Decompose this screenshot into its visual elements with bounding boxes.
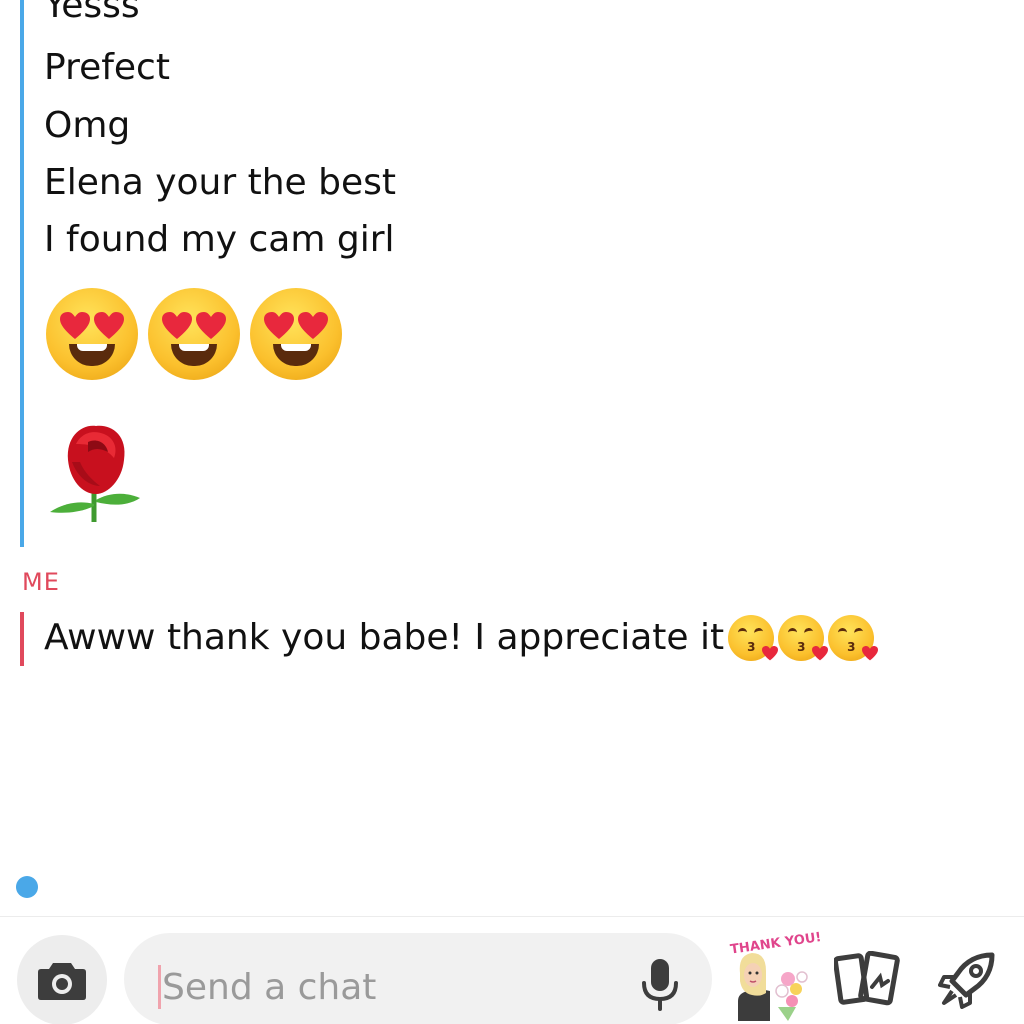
heart-eyes-emoji: [46, 288, 138, 380]
chat-composer: THANK YOU!: [0, 916, 1024, 1024]
sender-label: ME: [22, 568, 60, 596]
rose-emoji[interactable]: [48, 422, 144, 524]
friend-message-bar: [20, 0, 24, 547]
chat-message[interactable]: Elena your the best: [44, 163, 396, 203]
microphone-icon[interactable]: [638, 957, 682, 1013]
chat-message[interactable]: Prefect: [44, 48, 170, 88]
chat-message[interactable]: I found my cam girl: [44, 220, 395, 260]
bitmoji-icon: [738, 953, 808, 1021]
kiss-emoji: 3: [828, 615, 879, 661]
kiss-emoji: 3: [778, 615, 829, 661]
chat-input-container[interactable]: [124, 933, 712, 1024]
chat-message[interactable]: Omg: [44, 106, 130, 146]
chat-screen: Yesss Prefect Omg Elena your the best I …: [0, 0, 1024, 1024]
heart-eyes-emoji: [148, 288, 240, 380]
camera-button[interactable]: [17, 935, 107, 1024]
kiss-emoji: 3: [728, 615, 779, 661]
cards-icon[interactable]: [834, 951, 900, 1007]
chat-input[interactable]: [162, 957, 632, 1017]
bitmoji-sticker-button[interactable]: THANK YOU!: [729, 930, 822, 1021]
text-cursor: [158, 965, 161, 1009]
heart-eyes-emoji: [250, 288, 342, 380]
emoji-message[interactable]: [46, 288, 342, 380]
friend-message-group: Yesss Prefect Omg Elena your the best I …: [0, 0, 1024, 547]
rocket-icon[interactable]: [938, 951, 996, 1009]
me-message-bar: [20, 612, 24, 666]
chat-message[interactable]: Awww thank you babe! I appreciate it 3 3…: [44, 614, 879, 662]
message-text: Awww thank you babe! I appreciate it: [44, 617, 725, 658]
camera-icon: [38, 963, 86, 1000]
typing-indicator: [16, 876, 38, 898]
chat-message[interactable]: Yesss: [44, 0, 140, 26]
